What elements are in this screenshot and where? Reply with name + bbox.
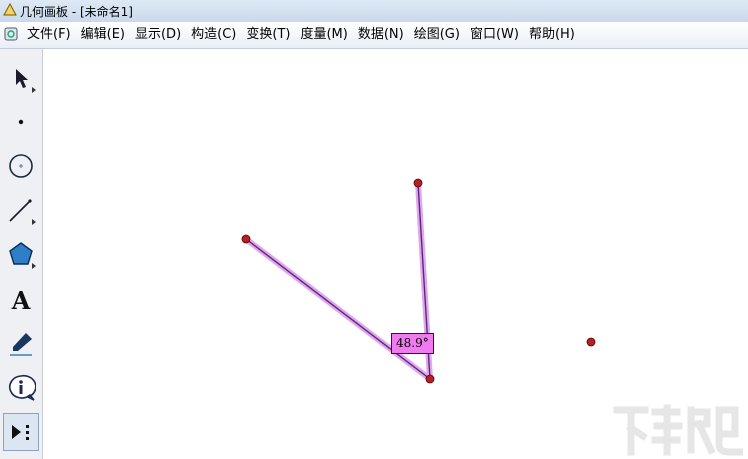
watermark-logo bbox=[613, 404, 743, 456]
point-vertex[interactable] bbox=[425, 374, 435, 384]
point-left[interactable] bbox=[241, 234, 251, 244]
point-free[interactable] bbox=[586, 337, 596, 347]
segment-left[interactable] bbox=[245, 238, 431, 380]
point-top[interactable] bbox=[413, 178, 423, 188]
angle-measure-label[interactable]: 48.9° bbox=[391, 333, 434, 354]
geometry-layer bbox=[241, 178, 596, 384]
